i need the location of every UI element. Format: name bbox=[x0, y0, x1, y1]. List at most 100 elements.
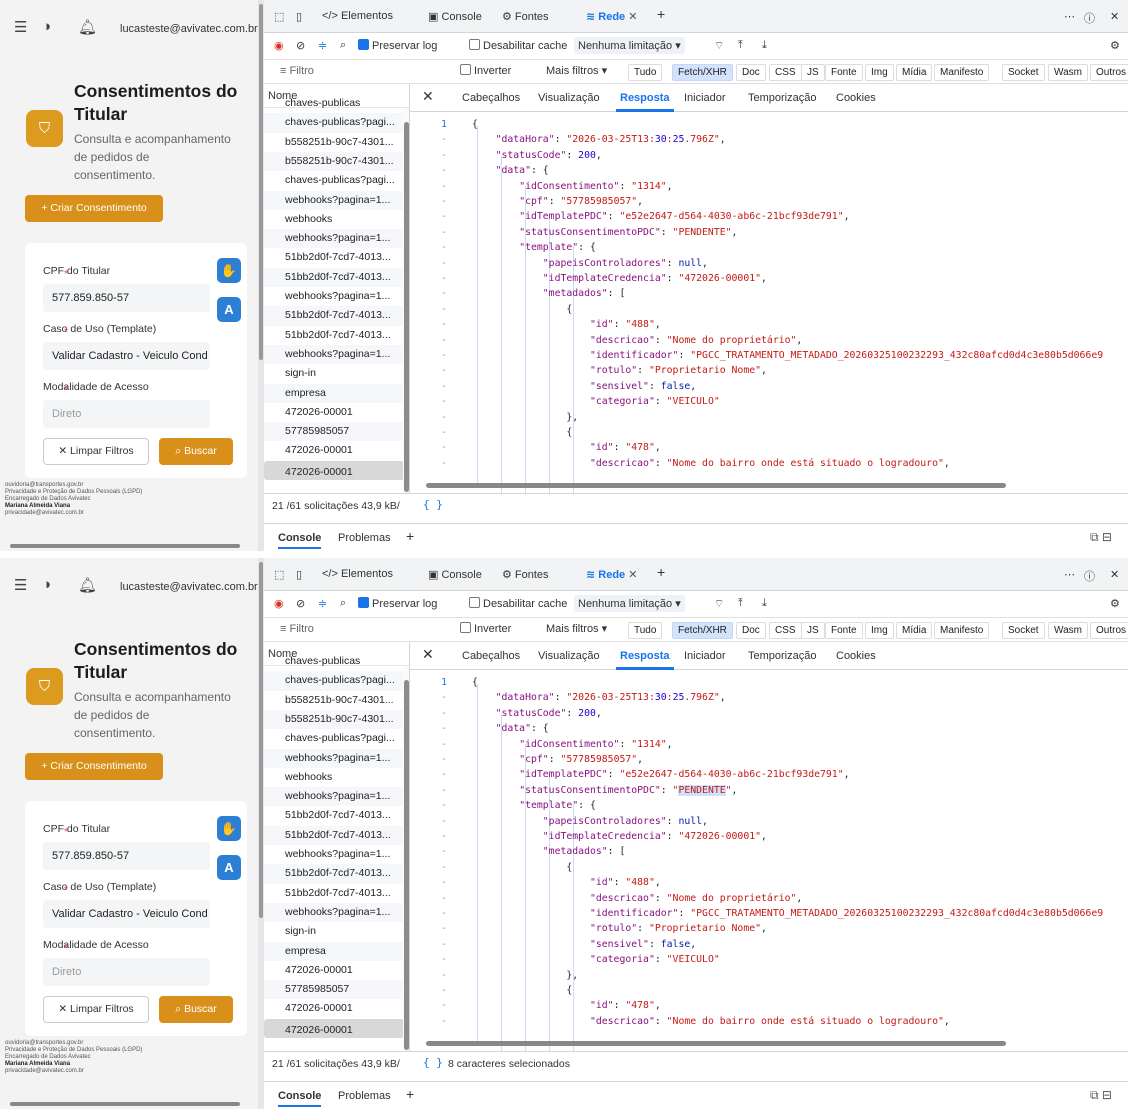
request-list-scrollbar[interactable] bbox=[403, 666, 409, 1051]
tab-cookies[interactable]: Cookies bbox=[836, 92, 876, 104]
request-row[interactable]: webhooks?pagina=1... bbox=[264, 190, 404, 210]
request-row[interactable]: 472026-00001 bbox=[264, 1018, 404, 1038]
request-row[interactable]: 51bb2d0f-7cd7-4013... bbox=[264, 825, 404, 845]
close-detail-icon[interactable]: ✕ bbox=[422, 646, 434, 663]
filter-manifest[interactable]: Manifesto bbox=[934, 64, 990, 81]
filter-all[interactable]: Tudo bbox=[628, 64, 663, 81]
clear-icon[interactable]: ⊘ bbox=[296, 39, 305, 52]
request-row[interactable]: webhooks bbox=[264, 210, 404, 229]
bell-icon[interactable]: 🔔︎ bbox=[78, 18, 97, 36]
user-email[interactable]: lucasteste@avivatec.com.br bbox=[120, 23, 258, 35]
font-size-button[interactable]: A bbox=[217, 297, 241, 322]
modality-select[interactable]: Direto bbox=[43, 400, 210, 428]
add-tab-icon[interactable]: + bbox=[657, 564, 665, 580]
pretty-print-icon[interactable]: { } bbox=[423, 498, 443, 511]
clear-icon[interactable]: ⊘ bbox=[296, 597, 305, 610]
more-filters-dropdown[interactable]: Mais filtros ▾ bbox=[546, 622, 607, 635]
filter-img[interactable]: Img bbox=[865, 622, 894, 639]
font-size-button[interactable]: A bbox=[217, 855, 241, 880]
filter-toggle-icon[interactable]: ≑ bbox=[318, 597, 327, 610]
tab-preview[interactable]: Visualização bbox=[538, 92, 600, 104]
preserve-log-checkbox[interactable]: Preservar log bbox=[358, 39, 437, 52]
add-drawer-tab-icon[interactable]: + bbox=[406, 1086, 414, 1102]
request-row[interactable]: sign-in bbox=[264, 364, 404, 383]
request-row[interactable]: 51bb2d0f-7cd7-4013... bbox=[264, 884, 404, 903]
filter-socket[interactable]: Socket bbox=[1002, 622, 1045, 639]
more-filters-dropdown[interactable]: Mais filtros ▾ bbox=[546, 64, 607, 77]
request-row[interactable]: 472026-00001 bbox=[264, 961, 404, 980]
menu-icon[interactable]: ☰ bbox=[14, 576, 27, 594]
code-horizontal-scrollbar[interactable] bbox=[414, 1039, 1114, 1048]
tab-headers[interactable]: Cabeçalhos bbox=[462, 92, 520, 104]
filter-wasm[interactable]: Wasm bbox=[1048, 622, 1088, 639]
accessibility-icon[interactable]: ✋ bbox=[217, 816, 241, 841]
request-row[interactable]: chaves-publicas?pagi... bbox=[264, 671, 404, 691]
response-code[interactable]: 1 - - - - - - - - - - - - - - - - - - - - - - { "dataHora": "20… bbox=[410, 112, 1128, 493]
request-row[interactable]: chaves-publicas?pagi... bbox=[264, 171, 404, 190]
request-row[interactable]: 57785985057 bbox=[264, 980, 404, 1000]
download-icon[interactable]: ⤓ bbox=[762, 39, 767, 52]
throttle-select[interactable]: Nenhuma limitação ▾ bbox=[574, 37, 685, 54]
disable-cache-checkbox[interactable]: Desabilitar cache bbox=[469, 597, 567, 610]
device-toolbar-icon[interactable]: ▯ bbox=[296, 568, 302, 581]
wifi-icon[interactable]: ⌔ bbox=[714, 597, 724, 611]
search-icon[interactable]: ⌕ bbox=[340, 39, 346, 52]
tab-network[interactable]: ≋ Rede ✕ bbox=[586, 10, 637, 23]
usecase-select[interactable]: Validar Cadastro - Veiculo Cond bbox=[43, 900, 210, 928]
request-row[interactable]: webhooks?pagina=1... bbox=[264, 229, 404, 249]
device-toolbar-icon[interactable]: ▯ bbox=[296, 10, 302, 23]
tab-sources[interactable]: ⚙ Fontes bbox=[502, 568, 549, 581]
record-icon[interactable]: ◉ bbox=[274, 597, 284, 610]
cpf-input[interactable]: 577.859.850-57 bbox=[43, 842, 210, 870]
tab-sources[interactable]: ⚙ Fontes bbox=[502, 10, 549, 23]
request-row[interactable]: chaves-publicas bbox=[264, 652, 404, 671]
invert-checkbox[interactable]: Inverter bbox=[460, 64, 511, 77]
request-row[interactable]: webhooks?pagina=1... bbox=[264, 287, 404, 306]
tab-response[interactable]: Resposta bbox=[620, 92, 670, 104]
request-row[interactable]: 51bb2d0f-7cd7-4013... bbox=[264, 806, 404, 825]
filter-css[interactable]: CSS bbox=[769, 64, 802, 81]
filter-other[interactable]: Outros bbox=[1090, 622, 1128, 639]
filter-fetch-xhr[interactable]: Fetch/XHR bbox=[672, 622, 733, 639]
request-row[interactable]: webhooks?pagina=1... bbox=[264, 787, 404, 807]
request-row[interactable]: webhooks?pagina=1... bbox=[264, 344, 404, 365]
request-row[interactable]: b558251b-90c7-4301... bbox=[264, 691, 404, 710]
request-row[interactable]: chaves-publicas bbox=[264, 94, 404, 113]
clear-filters-button[interactable]: ✕ Limpar Filtros bbox=[43, 996, 149, 1023]
more-icon[interactable]: ⋯ bbox=[1064, 568, 1075, 581]
filter-doc[interactable]: Doc bbox=[736, 64, 766, 81]
filter-wasm[interactable]: Wasm bbox=[1048, 64, 1088, 81]
request-row[interactable]: webhooks?pagina=1... bbox=[264, 748, 404, 768]
filter-img[interactable]: Img bbox=[865, 64, 894, 81]
filter-doc[interactable]: Doc bbox=[736, 622, 766, 639]
filter-css[interactable]: CSS bbox=[769, 622, 802, 639]
request-row[interactable]: b558251b-90c7-4301... bbox=[264, 709, 404, 730]
request-row[interactable]: 472026-00001 bbox=[264, 999, 404, 1018]
filter-input[interactable]: ≡ Filtro bbox=[280, 65, 314, 77]
create-consent-button[interactable]: + Criar Consentimento bbox=[25, 195, 163, 222]
drawer-tab-console[interactable]: Console bbox=[278, 532, 322, 549]
filter-media[interactable]: Mídia bbox=[896, 64, 933, 81]
tab-elements[interactable]: </> Elementos bbox=[322, 568, 393, 580]
record-icon[interactable]: ◉ bbox=[274, 39, 284, 52]
download-icon[interactable]: ⤓ bbox=[762, 597, 767, 610]
invert-checkbox[interactable]: Inverter bbox=[460, 622, 511, 635]
tab-console[interactable]: ▣ Console bbox=[428, 568, 482, 581]
filter-toggle-icon[interactable]: ≑ bbox=[318, 39, 327, 52]
close-icon[interactable]: ✕ bbox=[1110, 568, 1119, 581]
tab-cookies[interactable]: Cookies bbox=[836, 650, 876, 662]
filter-fetch-xhr[interactable]: Fetch/XHR bbox=[672, 64, 733, 81]
filter-js[interactable]: JS bbox=[801, 64, 825, 81]
clear-filters-button[interactable]: ✕ Limpar Filtros bbox=[43, 438, 149, 465]
dock-icon[interactable]: ⧉ ⊟ bbox=[1090, 530, 1112, 545]
add-tab-icon[interactable]: + bbox=[657, 6, 665, 22]
tab-preview[interactable]: Visualização bbox=[538, 650, 600, 662]
request-row[interactable]: 51bb2d0f-7cd7-4013... bbox=[264, 326, 404, 345]
usecase-select[interactable]: Validar Cadastro - Veiculo Cond bbox=[43, 342, 210, 370]
filter-font[interactable]: Fonte bbox=[825, 64, 863, 81]
inspect-icon[interactable]: ⬚ bbox=[274, 568, 284, 581]
close-detail-icon[interactable]: ✕ bbox=[422, 88, 434, 105]
request-row[interactable]: 57785985057 bbox=[264, 422, 404, 442]
request-row[interactable]: 51bb2d0f-7cd7-4013... bbox=[264, 306, 404, 326]
request-list-scrollbar[interactable] bbox=[403, 108, 409, 493]
